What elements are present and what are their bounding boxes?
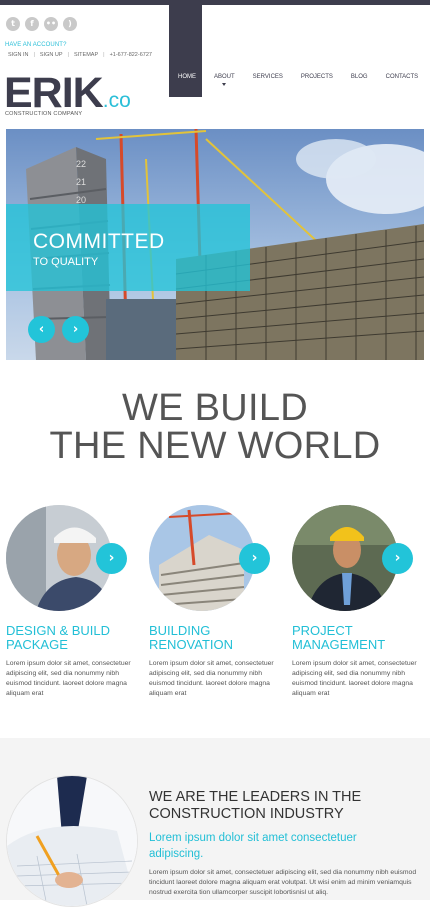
separator: | xyxy=(103,52,105,58)
leaders-subtitle-line-1: Lorem ipsum dolor sit amet consectetuer xyxy=(149,832,357,844)
nav-about[interactable]: ABOUT xyxy=(205,74,244,86)
leaders-subtitle: Lorem ipsum dolor sit amet consectetuer … xyxy=(149,830,357,862)
chevron-down-icon xyxy=(222,83,227,86)
nav-contacts[interactable]: CONTACTS xyxy=(377,74,428,80)
leaders-title-line-1: WE ARE THE LEADERS IN THE xyxy=(149,789,362,805)
separator: | xyxy=(67,52,69,58)
phone-number: +1-677-822-6727 xyxy=(109,52,152,58)
leaders-title-line-2: CONSTRUCTION INDUSTRY xyxy=(149,806,344,822)
sitemap-link[interactable]: SITEMAP xyxy=(74,52,98,58)
chevron-right-icon: › xyxy=(394,550,401,566)
svg-text:21: 21 xyxy=(76,177,86,187)
service-button-project-management[interactable]: › xyxy=(382,543,413,574)
headline: WE BUILD THE NEW WORLD xyxy=(0,389,430,465)
slider-prev-button[interactable]: ‹ xyxy=(28,316,55,343)
headline-line-2: THE NEW WORLD xyxy=(49,425,381,467)
chevron-left-icon: ‹ xyxy=(38,322,45,337)
service-text-design-build: Lorem ipsum dolor sit amet, consectetuer… xyxy=(6,660,131,697)
top-bar xyxy=(0,0,430,5)
service-title-line-1: DESIGN & BUILD xyxy=(6,623,111,638)
chevron-right-icon: › xyxy=(72,322,79,337)
service-title-line-2: MANAGEMENT xyxy=(292,637,386,652)
nav-services[interactable]: SERVICES xyxy=(244,74,292,80)
service-title-line-2: PACKAGE xyxy=(6,637,68,652)
svg-text:22: 22 xyxy=(76,159,86,169)
facebook-icon[interactable]: f xyxy=(25,17,39,31)
service-title-line-1: BUILDING xyxy=(149,623,211,638)
leaders-text: Lorem ipsum dolor sit amet, consectetuer… xyxy=(149,869,417,896)
service-title-building-renovation: BUILDING RENOVATION xyxy=(149,624,233,652)
sign-up-link[interactable]: SIGN UP xyxy=(40,52,63,58)
service-text-project-management: Lorem ipsum dolor sit amet, consectetuer… xyxy=(292,660,417,697)
leaders-image xyxy=(6,775,138,907)
flickr-icon[interactable]: •• xyxy=(44,17,58,31)
site-logo[interactable]: ERIK.co xyxy=(4,72,131,115)
leaders-title: WE ARE THE LEADERS IN THE CONSTRUCTION I… xyxy=(149,789,361,823)
service-title-line-1: PROJECT xyxy=(292,623,353,638)
logo-ext: .co xyxy=(102,89,131,112)
nav-projects[interactable]: PROJECTS xyxy=(292,74,342,80)
rss-icon[interactable]: ) xyxy=(63,17,77,31)
chevron-right-icon: › xyxy=(251,550,258,566)
nav-blog[interactable]: BLOG xyxy=(342,74,377,80)
nav-active-background xyxy=(169,5,202,97)
chevron-right-icon: › xyxy=(108,550,115,566)
logo-main: ERIK xyxy=(4,69,104,117)
leaders-subtitle-line-2: adipiscing. xyxy=(149,848,204,860)
service-button-design-build[interactable]: › xyxy=(96,543,127,574)
sign-in-link[interactable]: SIGN IN xyxy=(8,52,28,58)
social-icons: t f •• ) xyxy=(6,17,77,31)
service-button-building-renovation[interactable]: › xyxy=(239,543,270,574)
hero-subtitle: TO QUALITY xyxy=(33,256,99,268)
separator: | xyxy=(33,52,35,58)
service-title-design-build: DESIGN & BUILD PACKAGE xyxy=(6,624,110,652)
logo-tagline: CONSTRUCTION COMPANY xyxy=(5,111,83,117)
have-account-label: HAVE AN ACCOUNT? xyxy=(5,42,67,48)
nav-about-label: ABOUT xyxy=(214,74,235,80)
slider-next-button[interactable]: › xyxy=(62,316,89,343)
nav-home[interactable]: HOME xyxy=(169,74,205,80)
blueprint-drawing-illustration xyxy=(7,776,137,906)
twitter-icon[interactable]: t xyxy=(6,17,20,31)
main-nav: HOME ABOUT SERVICES PROJECTS BLOG CONTAC… xyxy=(169,74,428,86)
service-title-line-2: RENOVATION xyxy=(149,637,234,652)
service-text-building-renovation: Lorem ipsum dolor sit amet, consectetuer… xyxy=(149,660,274,697)
account-links: SIGN IN | SIGN UP | SITEMAP | +1-677-822… xyxy=(8,52,152,58)
service-title-project-management: PROJECT MANAGEMENT xyxy=(292,624,385,652)
hero-title: COMMITTED xyxy=(33,230,165,253)
headline-line-1: WE BUILD xyxy=(121,387,309,429)
